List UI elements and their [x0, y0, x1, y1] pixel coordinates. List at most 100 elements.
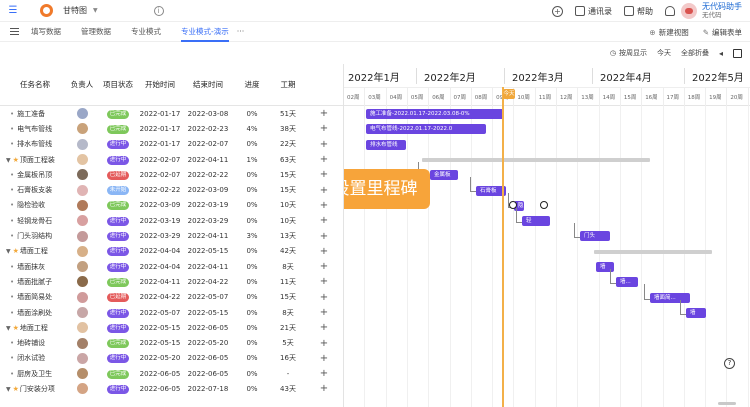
- plus-icon[interactable]: +: [320, 108, 328, 119]
- duration-value[interactable]: 13天: [271, 231, 305, 241]
- collapse-toggle-icon[interactable]: ◂: [719, 49, 723, 58]
- duration-value[interactable]: 8天: [271, 308, 305, 318]
- end-date[interactable]: 2022-06-05: [183, 354, 233, 362]
- start-date[interactable]: 2022-04-04: [137, 247, 183, 255]
- status-cell[interactable]: 已延期: [99, 292, 137, 303]
- plus-icon[interactable]: +: [320, 307, 328, 318]
- list-icon[interactable]: ☰: [6, 4, 20, 18]
- progress-value[interactable]: 0%: [233, 263, 271, 271]
- milestone-handle[interactable]: [509, 200, 517, 209]
- gantt-bar[interactable]: 门头: [580, 231, 610, 242]
- owner-cell[interactable]: [65, 215, 99, 227]
- by-week-button[interactable]: ◷ 按周显示: [610, 48, 647, 58]
- table-row[interactable]: • 墙面简易处 已延期 2022-04-22 2022-05-07 0% 15天 +: [0, 290, 343, 305]
- status-cell[interactable]: 已完成: [99, 124, 137, 134]
- table-row[interactable]: • 墙面涂刷处 进行中 2022-05-07 2022-05-15 0% 8天 +: [0, 305, 343, 320]
- plus-icon[interactable]: +: [320, 383, 328, 394]
- start-date[interactable]: 2022-02-07: [137, 156, 183, 164]
- add-button[interactable]: +: [552, 5, 563, 17]
- owner-cell[interactable]: [65, 123, 99, 135]
- gantt-bar[interactable]: 轻: [522, 216, 550, 227]
- progress-value[interactable]: 0%: [233, 186, 271, 194]
- end-date[interactable]: 2022-04-11: [183, 263, 233, 271]
- duration-value[interactable]: 11天: [271, 277, 305, 287]
- user-info[interactable]: 无代码助手 无代码: [702, 2, 742, 20]
- plus-icon[interactable]: +: [320, 322, 328, 333]
- start-date[interactable]: 2022-05-15: [137, 324, 183, 332]
- progress-value[interactable]: 0%: [233, 385, 271, 393]
- col-owner[interactable]: 负责人: [65, 79, 99, 90]
- owner-cell[interactable]: [65, 154, 99, 166]
- task-name-cell[interactable]: ▼ ★顶面工程装: [0, 155, 65, 165]
- progress-value[interactable]: 0%: [233, 217, 271, 225]
- table-row[interactable]: • 轻钢龙骨石 进行中 2022-03-19 2022-03-29 0% 10天 +: [0, 213, 343, 228]
- task-name-cell[interactable]: • 闭水试验: [0, 353, 65, 363]
- status-cell[interactable]: 进行中: [99, 308, 137, 318]
- duration-value[interactable]: 43天: [271, 384, 305, 394]
- end-date[interactable]: 2022-02-22: [183, 171, 233, 179]
- contacts-button[interactable]: 通讯录: [575, 6, 612, 17]
- tab-manage-data[interactable]: 管理数据: [81, 26, 111, 37]
- end-date[interactable]: 2022-06-05: [183, 324, 233, 332]
- status-cell[interactable]: 进行中: [99, 216, 137, 226]
- duration-value[interactable]: 38天: [271, 124, 305, 134]
- start-date[interactable]: 2022-01-17: [137, 140, 183, 148]
- task-name-cell[interactable]: • 墙面批腻子: [0, 277, 65, 287]
- gantt-bar[interactable]: 墙...: [616, 277, 638, 288]
- end-date[interactable]: 2022-07-18: [183, 385, 233, 393]
- owner-cell[interactable]: [65, 276, 99, 288]
- task-name-cell[interactable]: • 隐检验收: [0, 200, 65, 210]
- status-cell[interactable]: 未开始: [99, 185, 137, 196]
- collapse-all-button[interactable]: 全部折叠: [681, 48, 709, 58]
- start-date[interactable]: 2022-04-04: [137, 263, 183, 271]
- progress-value[interactable]: 0%: [233, 324, 271, 332]
- chevron-down-icon[interactable]: ▼: [6, 248, 11, 255]
- info-icon[interactable]: i: [153, 5, 164, 16]
- table-row[interactable]: • 门头羽结构 进行中 2022-03-29 2022-04-11 3% 13天 +: [0, 228, 343, 243]
- end-date[interactable]: 2022-03-19: [183, 201, 233, 209]
- col-start[interactable]: 开始时间: [137, 79, 183, 90]
- plus-icon[interactable]: +: [320, 246, 328, 257]
- start-date[interactable]: 2022-03-29: [137, 232, 183, 240]
- task-name-cell[interactable]: • 厨房及卫生: [0, 369, 65, 379]
- gantt-bar[interactable]: [594, 249, 712, 254]
- owner-cell[interactable]: [65, 199, 99, 211]
- gantt-bar[interactable]: [422, 157, 650, 162]
- status-cell[interactable]: 进行中: [99, 231, 137, 242]
- end-date[interactable]: 2022-05-07: [183, 293, 233, 301]
- owner-cell[interactable]: [65, 261, 99, 273]
- owner-cell[interactable]: [65, 184, 99, 196]
- task-name-cell[interactable]: ▼ ★墙面工程: [0, 246, 65, 256]
- start-date[interactable]: 2022-04-22: [137, 293, 183, 301]
- plus-icon[interactable]: +: [320, 123, 328, 134]
- task-name-cell[interactable]: • 墙面抹灰: [0, 262, 65, 272]
- plus-icon[interactable]: +: [320, 200, 328, 211]
- status-cell[interactable]: 已延期: [99, 170, 137, 180]
- end-date[interactable]: 2022-03-09: [183, 186, 233, 194]
- owner-cell[interactable]: [65, 368, 99, 380]
- fullscreen-icon[interactable]: [733, 48, 742, 58]
- progress-value[interactable]: 1%: [233, 156, 271, 164]
- plus-icon[interactable]: +: [320, 185, 328, 196]
- gantt-bar[interactable]: 排水布管线: [366, 139, 406, 150]
- edit-form-button[interactable]: ✎ 编辑表单: [703, 27, 742, 38]
- start-date[interactable]: 2022-06-05: [137, 370, 183, 378]
- status-cell[interactable]: 进行中: [99, 262, 137, 272]
- duration-value[interactable]: -: [271, 370, 305, 378]
- notification-button[interactable]: [665, 6, 675, 16]
- milestone-handle[interactable]: [540, 200, 548, 209]
- owner-cell[interactable]: [65, 291, 99, 303]
- plus-icon[interactable]: +: [320, 139, 328, 150]
- scrollbar-thumb[interactable]: [718, 402, 736, 405]
- new-view-button[interactable]: ⊕ 新建视图: [649, 27, 688, 38]
- duration-value[interactable]: 15天: [271, 185, 305, 195]
- owner-cell[interactable]: [65, 108, 99, 120]
- plus-icon[interactable]: +: [320, 261, 328, 272]
- table-row[interactable]: • 排水布管线 进行中 2022-01-17 2022-02-07 0% 22天 +: [0, 137, 343, 152]
- table-row[interactable]: ▼ ★墙面工程 进行中 2022-04-04 2022-05-15 0% 42天 +: [0, 244, 343, 259]
- start-date[interactable]: 2022-06-05: [137, 385, 183, 393]
- plus-icon[interactable]: +: [320, 169, 328, 180]
- plus-icon[interactable]: +: [320, 231, 328, 242]
- task-name-cell[interactable]: • 地砖铺设: [0, 338, 65, 348]
- end-date[interactable]: 2022-04-11: [183, 232, 233, 240]
